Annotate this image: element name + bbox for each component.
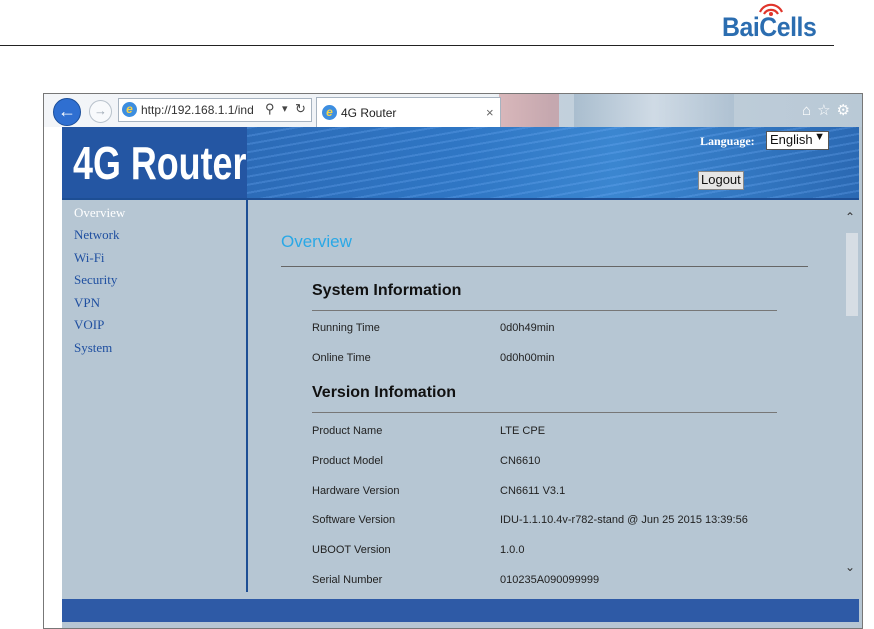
footer-bar bbox=[62, 599, 859, 622]
sidebar-item-overview[interactable]: Overview bbox=[74, 205, 125, 221]
serial-number-label: Serial Number bbox=[312, 574, 383, 586]
browser-tab[interactable]: e 4G Router × bbox=[316, 97, 501, 128]
section-title-system: System Information bbox=[312, 282, 462, 299]
scroll-thumb[interactable] bbox=[846, 233, 858, 316]
title-rule bbox=[281, 266, 808, 267]
home-icon[interactable]: ⌂ bbox=[802, 102, 817, 119]
section-rule bbox=[312, 412, 777, 413]
product-name-value: LTE CPE bbox=[500, 425, 546, 437]
sidebar-item-vpn[interactable]: VPN bbox=[74, 295, 100, 311]
running-time-label: Running Time bbox=[312, 322, 380, 334]
sidebar-item-voip[interactable]: VOIP bbox=[74, 317, 104, 333]
back-button[interactable]: ← bbox=[53, 98, 81, 126]
language-value: English bbox=[770, 132, 813, 147]
serial-number-value: 010235A090099999 bbox=[500, 574, 600, 586]
sidebar-item-network[interactable]: Network bbox=[74, 227, 120, 243]
address-bar[interactable]: e http://192.168.1.1/index ⚲ ▾ ↻ bbox=[118, 98, 312, 122]
scroll-up-icon[interactable]: ⌃ bbox=[845, 210, 855, 224]
browser-window: ← → e http://192.168.1.1/index ⚲ ▾ ↻ e 4… bbox=[43, 93, 863, 629]
logo-text: BaiCells bbox=[722, 12, 817, 42]
hardware-version-value: CN6611 V3.1 bbox=[500, 485, 566, 497]
sidebar-item-security[interactable]: Security bbox=[74, 272, 117, 288]
banner-title-block: 4G Router bbox=[62, 127, 247, 198]
forward-icon: → bbox=[94, 103, 107, 118]
header-rule bbox=[0, 45, 834, 46]
language-select[interactable]: English ▼ bbox=[766, 131, 829, 150]
sidebar-item-wifi[interactable]: Wi-Fi bbox=[74, 250, 105, 266]
product-model-label: Product Model bbox=[312, 455, 383, 467]
close-icon[interactable]: × bbox=[486, 105, 494, 120]
online-time-value: 0d0h00min bbox=[500, 352, 555, 364]
product-name-label: Product Name bbox=[312, 425, 383, 437]
banner: 4G Router Language: English ▼ Logout bbox=[62, 127, 859, 198]
scroll-down-icon[interactable]: ⌄ bbox=[845, 560, 855, 574]
running-time-value: 0d0h49min bbox=[500, 322, 555, 334]
page-title: Overview bbox=[281, 232, 352, 251]
browser-tools: ⌂☆⚙ bbox=[802, 101, 856, 119]
ie-icon: e bbox=[322, 105, 337, 120]
software-version-value: IDU-1.1.10.4v-r782-stand @ Jun 25 2015 1… bbox=[500, 514, 748, 526]
language-label: Language: bbox=[700, 134, 755, 148]
banner-title: 4G Router bbox=[73, 137, 247, 189]
tab-title: 4G Router bbox=[341, 106, 397, 120]
uboot-version-label: UBOOT Version bbox=[312, 544, 391, 556]
sidebar: Overview Network Wi-Fi Security VPN VOIP… bbox=[62, 200, 246, 592]
logout-button[interactable]: Logout bbox=[698, 171, 744, 190]
vertical-scrollbar[interactable]: ⌃ ⌄ bbox=[843, 200, 859, 592]
star-icon[interactable]: ☆ bbox=[817, 102, 836, 119]
online-time-label: Online Time bbox=[312, 352, 371, 364]
baicells-logo: BaiCells bbox=[722, 0, 834, 46]
uboot-version-value: 1.0.0 bbox=[500, 544, 525, 556]
search-icon[interactable]: ⚲ bbox=[265, 101, 275, 117]
dropdown-icon[interactable]: ▾ bbox=[282, 102, 288, 115]
forward-button[interactable]: → bbox=[89, 100, 112, 123]
hardware-version-label: Hardware Version bbox=[312, 485, 400, 497]
router-page: 4G Router Language: English ▼ Logout Ove… bbox=[62, 127, 862, 628]
back-icon: ← bbox=[58, 101, 76, 121]
section-title-version: Version Infomation bbox=[312, 384, 457, 401]
refresh-icon[interactable]: ↻ bbox=[295, 101, 306, 117]
ie-icon: e bbox=[122, 102, 137, 117]
section-rule bbox=[312, 310, 777, 311]
sidebar-item-system[interactable]: System bbox=[74, 340, 112, 356]
browser-toolbar: ← → e http://192.168.1.1/index ⚲ ▾ ↻ e 4… bbox=[44, 94, 862, 128]
gear-icon[interactable]: ⚙ bbox=[837, 102, 856, 119]
product-model-value: CN6610 bbox=[500, 455, 541, 467]
url-text: http://192.168.1.1/index bbox=[141, 103, 253, 117]
software-version-label: Software Version bbox=[312, 514, 396, 526]
chevron-down-icon: ▼ bbox=[814, 131, 825, 143]
main-content: Overview System Information Running Time… bbox=[248, 200, 843, 592]
